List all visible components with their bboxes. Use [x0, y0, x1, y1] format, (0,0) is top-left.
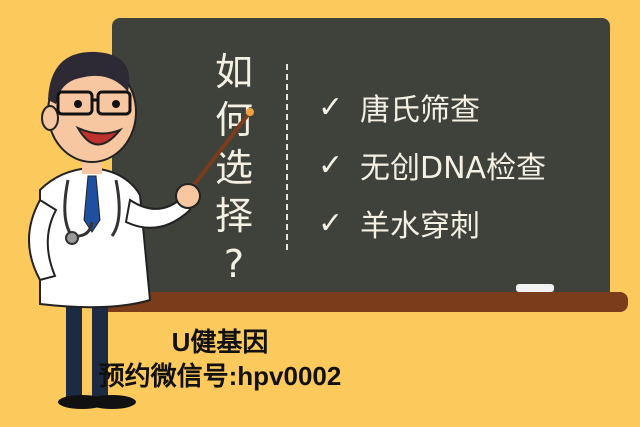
- doctor-eye: [74, 100, 82, 108]
- caption-brand: U健基因: [171, 327, 269, 357]
- pointer-tip: [246, 108, 254, 116]
- stethoscope-chestpiece: [65, 231, 79, 245]
- doctor-hand: [175, 183, 201, 209]
- doctor-eye: [112, 100, 120, 108]
- doctor-ear: [41, 105, 59, 131]
- caption-contact: 预约微信号:hpv0002: [98, 361, 342, 391]
- pointer-stick: [188, 110, 252, 192]
- doctor-shoe: [88, 395, 136, 409]
